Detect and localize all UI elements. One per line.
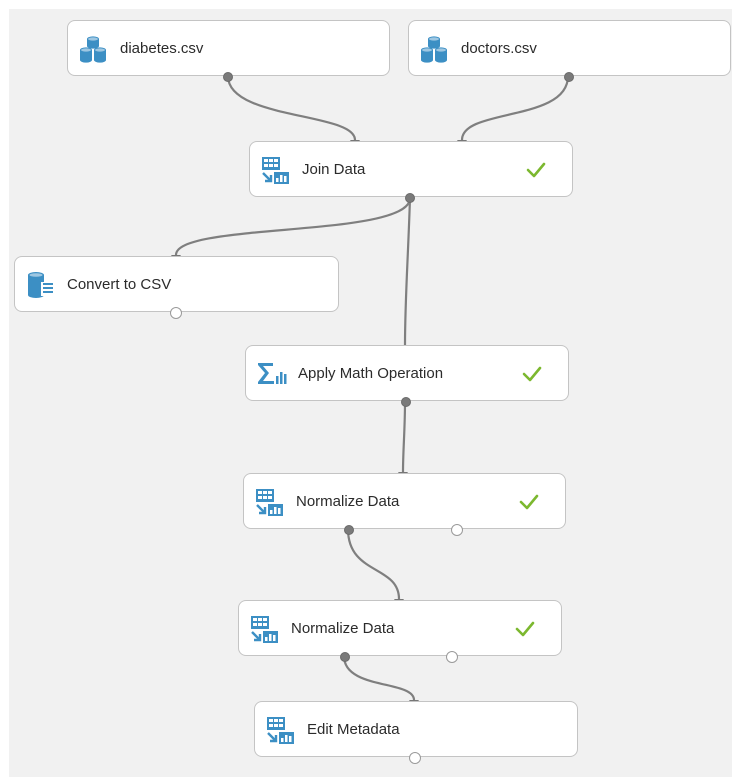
module-diabetes-csv[interactable]: diabetes.csv [67, 20, 390, 82]
module-label: Join Data [302, 161, 366, 178]
completed-check-icon [515, 621, 535, 637]
data-transform-icon [262, 157, 289, 184]
data-transform-icon [256, 489, 283, 516]
data-transform-icon [251, 616, 278, 643]
module-normalize-data-1[interactable]: Normalize Data [243, 473, 566, 536]
dataset-icon [80, 36, 106, 63]
module-doctors-csv[interactable]: doctors.csv [408, 20, 731, 82]
module-edit-metadata[interactable]: Edit Metadata [254, 701, 578, 764]
module-join-data[interactable]: Join Data [249, 141, 573, 203]
module-label: doctors.csv [461, 40, 537, 57]
module-label: Edit Metadata [307, 721, 400, 738]
module-label: Apply Math Operation [298, 365, 444, 382]
completed-check-icon [522, 366, 542, 382]
module-label: Normalize Data [291, 620, 395, 637]
output-port[interactable] [344, 525, 354, 535]
completed-check-icon [526, 162, 546, 178]
module-label: diabetes.csv [120, 40, 204, 57]
dataset-icon [421, 36, 447, 63]
output-port-unconnected[interactable] [170, 307, 182, 319]
output-port[interactable] [223, 72, 233, 82]
module-apply-math-operation[interactable]: Apply Math Operation [245, 345, 569, 407]
data-transform-icon [267, 717, 294, 744]
math-operation-icon [258, 363, 287, 384]
output-port[interactable] [340, 652, 350, 662]
module-label: Convert to CSV [67, 276, 172, 293]
output-port[interactable] [401, 397, 411, 407]
module-normalize-data-2[interactable]: Normalize Data [238, 600, 562, 663]
completed-check-icon [519, 494, 539, 510]
output-port-unconnected[interactable] [409, 752, 421, 764]
output-port[interactable] [405, 193, 415, 203]
module-label: Normalize Data [296, 493, 400, 510]
output-port-unconnected[interactable] [451, 524, 463, 536]
module-convert-to-csv[interactable]: Convert to CSV [14, 256, 339, 319]
output-port[interactable] [564, 72, 574, 82]
convert-icon [28, 272, 54, 298]
output-port-unconnected[interactable] [446, 651, 458, 663]
